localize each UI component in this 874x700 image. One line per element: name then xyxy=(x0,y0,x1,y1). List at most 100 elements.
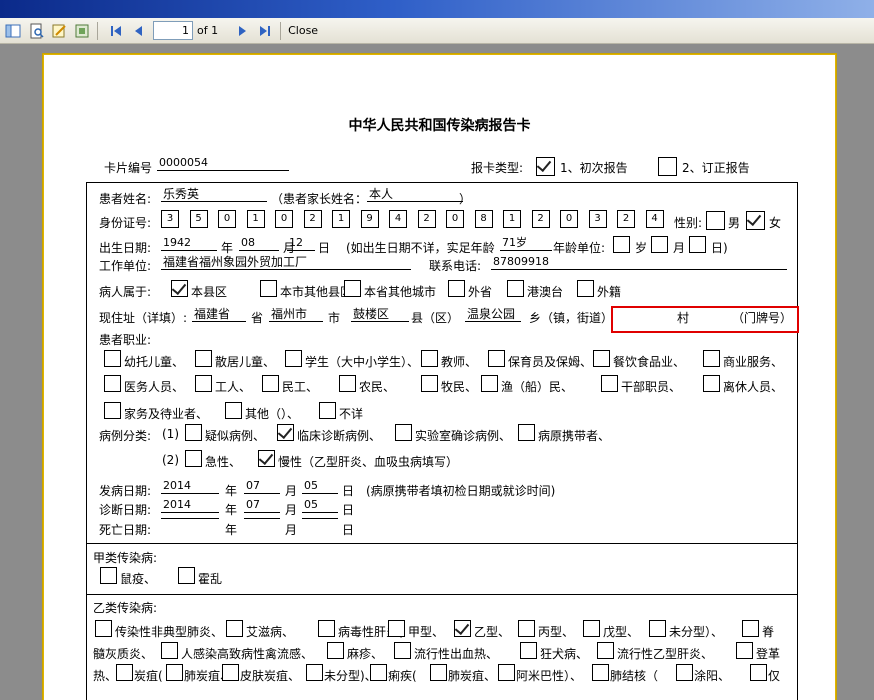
belong-checkbox[interactable] xyxy=(171,280,188,297)
case-checkbox[interactable] xyxy=(518,424,535,441)
print-setup-icon[interactable] xyxy=(26,21,46,41)
toolbar-separator xyxy=(97,21,98,40)
case-checkbox[interactable] xyxy=(185,424,202,441)
class-b-checkbox[interactable] xyxy=(394,642,411,659)
report-type-corrected: 2、订正报告 xyxy=(682,161,750,175)
checkbox-age-month[interactable] xyxy=(651,236,668,253)
belong-checkbox[interactable] xyxy=(577,280,594,297)
class-b-checkbox[interactable] xyxy=(750,664,767,681)
class-b-checkbox[interactable] xyxy=(592,664,609,681)
class-b-checkbox[interactable] xyxy=(583,620,600,637)
phone-value: 87809918 xyxy=(491,255,787,270)
case-chronicity-checkbox[interactable] xyxy=(185,450,202,467)
occupation-option-label: 干部职员、 xyxy=(621,380,682,394)
class-b-checkbox[interactable] xyxy=(222,664,239,681)
class-b-checkbox[interactable] xyxy=(454,620,471,637)
occupation-checkbox[interactable] xyxy=(104,402,121,419)
class-b-checkbox[interactable] xyxy=(166,664,183,681)
edit-icon[interactable] xyxy=(49,21,69,41)
class-b-checkbox[interactable] xyxy=(95,620,112,637)
next-page-icon[interactable] xyxy=(232,21,252,41)
first-page-icon[interactable] xyxy=(106,21,126,41)
checkbox-female[interactable] xyxy=(746,211,765,230)
id-digit-box: 2 xyxy=(417,210,436,228)
report-page: 中华人民共和国传染病报告卡 卡片编号 0000054 报卡类型: 1、初次报告 … xyxy=(43,54,836,700)
checkbox-age-day[interactable] xyxy=(689,236,706,253)
occupation-checkbox[interactable] xyxy=(421,375,438,392)
class-b-checkbox[interactable] xyxy=(116,664,133,681)
occupation-checkbox[interactable] xyxy=(703,350,720,367)
class-b-checkbox[interactable] xyxy=(161,642,178,659)
class-b-checkbox[interactable] xyxy=(226,620,243,637)
class-b-checkbox[interactable] xyxy=(520,642,537,659)
class-b-checkbox[interactable] xyxy=(597,642,614,659)
occupation-checkbox[interactable] xyxy=(104,375,121,392)
toggle-tree-icon[interactable] xyxy=(3,21,23,41)
class-b-checkbox[interactable] xyxy=(318,620,335,637)
last-page-icon[interactable] xyxy=(255,21,275,41)
guardian-value: 本人 xyxy=(367,187,463,202)
occupation-option-label: 学生（大中小学生）、 xyxy=(305,355,420,369)
occupation-checkbox[interactable] xyxy=(601,375,618,392)
occupation-checkbox[interactable] xyxy=(262,375,279,392)
occupation-checkbox[interactable] xyxy=(319,402,336,419)
death-label: 死亡日期: xyxy=(99,523,152,537)
class-b-checkbox[interactable] xyxy=(370,664,387,681)
page-number-input[interactable]: 1 xyxy=(153,21,193,40)
checkbox-corrected-report[interactable] xyxy=(658,157,677,176)
report-type-initial: 1、初次报告 xyxy=(560,161,628,175)
guardian-close: ） xyxy=(459,192,472,206)
occupation-checkbox[interactable] xyxy=(104,350,121,367)
class-a-checkbox[interactable] xyxy=(178,567,195,584)
checkbox-initial-report[interactable] xyxy=(536,157,555,176)
occupation-option-label: 幼托儿童、 xyxy=(124,355,185,369)
age-unit-day: 日) xyxy=(711,241,728,255)
case-checkbox[interactable] xyxy=(277,424,294,441)
occupation-checkbox[interactable] xyxy=(195,350,212,367)
occupation-checkbox[interactable] xyxy=(195,375,212,392)
occupation-checkbox[interactable] xyxy=(225,402,242,419)
case-chronicity-checkbox[interactable] xyxy=(258,450,275,467)
belong-checkbox[interactable] xyxy=(344,280,361,297)
class-b-option-label: 登革 xyxy=(756,647,781,661)
class-b-checkbox[interactable] xyxy=(742,620,759,637)
class-b-checkbox[interactable] xyxy=(676,664,693,681)
year-unit: 年 xyxy=(221,241,234,255)
occupation-checkbox[interactable] xyxy=(285,350,302,367)
export-icon[interactable] xyxy=(72,21,92,41)
class-b-checkbox[interactable] xyxy=(430,664,447,681)
id-digit-box: 3 xyxy=(161,210,179,228)
class-b-option-label: 传染性非典型肺炎、 xyxy=(115,625,224,639)
case-chronicity-option-label: 慢性（乙型肝炎、血吸虫病填写） xyxy=(278,455,459,469)
class-b-checkbox[interactable] xyxy=(327,642,344,659)
case-checkbox[interactable] xyxy=(395,424,412,441)
occupation-checkbox[interactable] xyxy=(421,350,438,367)
age-note: (如出生日期不详，实足年龄 xyxy=(346,241,495,255)
belong-option-label: 本市其他县区 xyxy=(280,285,353,299)
occupation-checkbox[interactable] xyxy=(703,375,720,392)
occupation-checkbox[interactable] xyxy=(481,375,498,392)
class-b-checkbox[interactable] xyxy=(518,620,535,637)
class-b-checkbox[interactable] xyxy=(498,664,515,681)
belong-checkbox[interactable] xyxy=(448,280,465,297)
checkbox-male[interactable] xyxy=(706,211,725,230)
town-unit: 乡（镇，街道） xyxy=(529,311,614,325)
close-button[interactable]: Close xyxy=(288,24,318,37)
occupation-checkbox[interactable] xyxy=(339,375,356,392)
report-viewer-area: 中华人民共和国传染病报告卡 卡片编号 0000054 报卡类型: 1、初次报告 … xyxy=(0,44,874,700)
class-a-checkbox[interactable] xyxy=(100,567,117,584)
previous-page-icon[interactable] xyxy=(129,21,149,41)
id-digit-box: 4 xyxy=(645,210,664,228)
id-digit-box: 3 xyxy=(588,210,607,228)
case-class-label: 病例分类: xyxy=(99,429,152,443)
class-b-checkbox[interactable] xyxy=(736,642,753,659)
belong-option-label: 外省 xyxy=(468,285,493,299)
belong-checkbox[interactable] xyxy=(507,280,524,297)
class-b-checkbox[interactable] xyxy=(306,664,323,681)
class-b-checkbox[interactable] xyxy=(649,620,666,637)
class-b-checkbox[interactable] xyxy=(388,620,405,637)
occupation-checkbox[interactable] xyxy=(488,350,505,367)
checkbox-age-year[interactable] xyxy=(613,236,630,253)
belong-checkbox[interactable] xyxy=(260,280,277,297)
occupation-checkbox[interactable] xyxy=(593,350,610,367)
